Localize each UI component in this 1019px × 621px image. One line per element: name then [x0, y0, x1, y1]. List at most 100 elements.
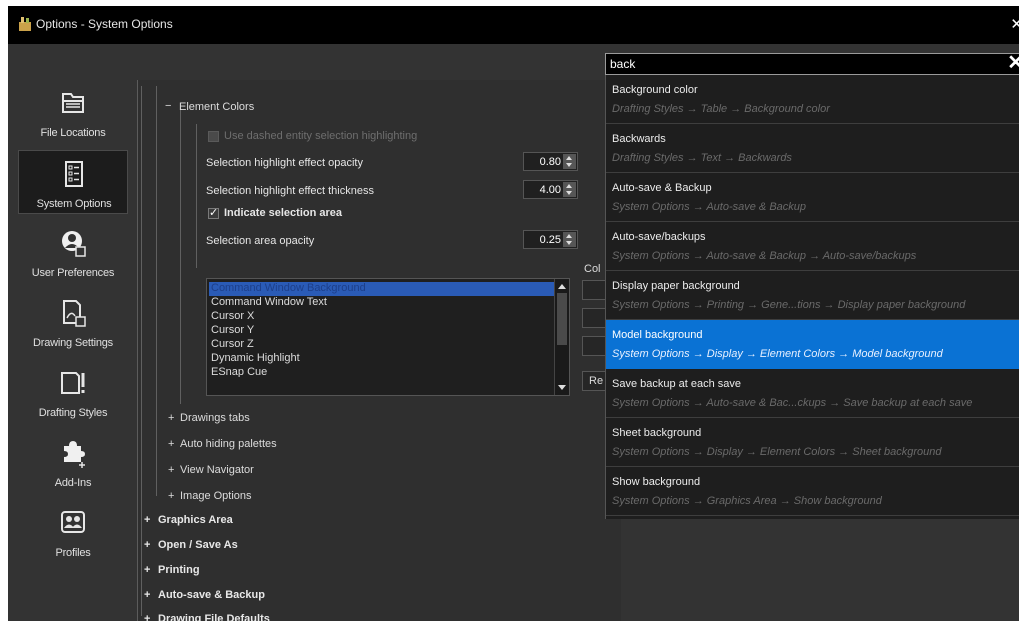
result-path: Drafting Styles → Text → Backwards — [612, 152, 792, 164]
result-path: System Options → Graphics Area → Show ba… — [612, 495, 882, 507]
subsection-image-options[interactable]: Image Options — [180, 490, 252, 502]
tree-guide-line — [141, 86, 142, 616]
sidebar-item-system-options[interactable]: System Options — [18, 150, 128, 214]
opacity-value: 0.80 — [539, 156, 561, 168]
section-printing[interactable]: Printing — [158, 564, 200, 576]
list-item[interactable]: Dynamic Highlight — [209, 352, 555, 366]
title-bar: Options - System Options ✕ — [8, 6, 1019, 44]
search-results-dropdown: Background color Drafting Styles → Table… — [605, 75, 1019, 519]
collapse-toggle[interactable]: − — [165, 100, 171, 112]
clear-search-icon[interactable]: ✕ — [1007, 50, 1019, 75]
search-result-item[interactable]: Save backup at each save System Options … — [606, 369, 1019, 418]
color-label: Col — [584, 263, 601, 275]
list-item[interactable]: ESnap Cue — [209, 366, 555, 377]
scroll-down-icon[interactable] — [558, 385, 566, 390]
sidebar-item-user-preferences[interactable]: User Preferences — [18, 220, 128, 284]
expand-icon[interactable]: + — [168, 490, 174, 502]
color-swatch-button[interactable] — [582, 308, 606, 328]
reset-button[interactable]: Re — [582, 371, 606, 391]
result-path: System Options → Printing → Gene...tions… — [612, 299, 966, 311]
sidebar-item-drawing-settings[interactable]: Drawing Settings — [18, 290, 128, 354]
result-path: System Options → Auto-save & Backup → Au… — [612, 250, 917, 262]
indicate-area-label: Indicate selection area — [224, 207, 342, 219]
list-item[interactable]: Cursor Y — [209, 324, 555, 338]
search-result-item[interactable]: Auto-save & Backup System Options → Auto… — [606, 173, 1019, 222]
sidebar-item-profiles[interactable]: Profiles — [18, 500, 128, 564]
section-element-colors[interactable]: Element Colors — [179, 101, 254, 113]
opacity-stepper[interactable]: 0.80 — [523, 152, 578, 171]
user-icon — [62, 231, 86, 257]
expand-icon[interactable]: + — [144, 564, 150, 576]
sidebar-item-label: System Options — [36, 198, 112, 210]
result-title: Sheet background — [612, 427, 702, 439]
subsection-drawings-tabs[interactable]: Drawings tabs — [180, 412, 250, 424]
expand-icon[interactable]: + — [168, 438, 174, 450]
options-window: Options - System Options ✕ File Location… — [8, 6, 1019, 621]
result-path: System Options → Auto-save & Backup — [612, 201, 807, 213]
thickness-stepper[interactable]: 4.00 — [523, 180, 578, 199]
dashed-highlight-label: Use dashed entity selection highlighting — [224, 130, 418, 142]
search-result-item[interactable]: Auto-save/backups System Options → Auto-… — [606, 222, 1019, 271]
section-graphics-area[interactable]: Graphics Area — [158, 514, 233, 526]
drawing-icon — [63, 300, 86, 327]
dashed-highlight-checkbox[interactable] — [208, 131, 219, 142]
styles-icon — [61, 372, 85, 394]
subsection-view-navigator[interactable]: View Navigator — [180, 464, 254, 476]
expand-icon[interactable]: + — [144, 514, 150, 526]
stepper-arrows-icon[interactable] — [563, 182, 576, 197]
list-item[interactable]: Command Window Text — [209, 296, 555, 310]
folder-icon — [62, 93, 84, 113]
list-item[interactable]: Command Window Background — [209, 282, 555, 296]
app-icon — [19, 17, 31, 31]
category-sidebar: File Locations System Options User Prefe… — [8, 80, 135, 570]
result-title: Auto-save & Backup — [612, 182, 712, 194]
expand-icon[interactable]: + — [144, 589, 150, 601]
sidebar-item-label: Drafting Styles — [38, 407, 108, 419]
scroll-up-icon[interactable] — [558, 284, 566, 289]
indicate-area-checkbox[interactable] — [208, 206, 219, 219]
search-result-item[interactable]: Backwards Drafting Styles → Text → Backw… — [606, 124, 1019, 173]
window-title: Options - System Options — [36, 17, 173, 31]
expand-icon[interactable]: + — [168, 464, 174, 476]
area-opacity-stepper[interactable]: 0.25 — [523, 230, 578, 249]
area-opacity-value: 0.25 — [539, 234, 561, 246]
result-path: Drafting Styles → Table → Background col… — [612, 103, 830, 115]
search-result-item[interactable]: Background color Drafting Styles → Table… — [606, 75, 1019, 124]
result-title: Background color — [612, 84, 698, 96]
profiles-icon — [61, 511, 85, 533]
section-open-save-as[interactable]: Open / Save As — [158, 539, 238, 551]
list-item[interactable]: Cursor Z — [209, 338, 555, 352]
list-scrollbar[interactable] — [554, 279, 569, 395]
search-result-item[interactable]: Show background System Options → Graphic… — [606, 467, 1019, 516]
result-title: Save backup at each save — [612, 378, 742, 390]
section-auto-save-backup[interactable]: Auto-save & Backup — [158, 589, 265, 601]
color-swatch-button[interactable] — [582, 336, 606, 356]
sidebar-item-add-ins[interactable]: Add-Ins — [18, 430, 128, 494]
search-box[interactable]: ✕ — [605, 50, 1019, 75]
search-result-item[interactable]: Sheet background System Options → Displa… — [606, 418, 1019, 467]
search-result-item-selected[interactable]: Model background System Options → Displa… — [606, 320, 1019, 369]
expand-icon[interactable]: + — [144, 539, 150, 551]
sidebar-item-drafting-styles[interactable]: Drafting Styles — [18, 360, 128, 424]
sidebar-item-file-locations[interactable]: File Locations — [18, 80, 128, 144]
stepper-arrows-icon[interactable] — [563, 232, 576, 247]
subsection-auto-hiding-palettes[interactable]: Auto hiding palettes — [180, 438, 277, 450]
search-input[interactable] — [610, 56, 990, 72]
reset-label: Re — [589, 375, 604, 387]
expand-icon[interactable]: + — [168, 412, 174, 424]
color-swatch-button[interactable] — [582, 280, 606, 300]
result-path: System Options → Auto-save & Bac...ckups… — [612, 397, 973, 409]
sidebar-item-label: User Preferences — [31, 267, 115, 279]
expand-icon[interactable]: + — [144, 613, 150, 621]
stepper-arrows-icon[interactable] — [563, 154, 576, 169]
result-title: Model background — [612, 329, 703, 341]
window-close-icon[interactable]: ✕ — [1010, 15, 1019, 33]
result-path: System Options → Display → Element Color… — [612, 348, 943, 360]
scroll-thumb[interactable] — [557, 293, 567, 345]
list-icon — [65, 161, 83, 187]
section-drawing-file-defaults[interactable]: Drawing File Defaults — [158, 613, 270, 621]
color-element-list[interactable]: Command Window Background Command Window… — [206, 278, 570, 396]
list-item[interactable]: Cursor X — [209, 310, 555, 324]
search-result-item[interactable]: Display paper background System Options … — [606, 271, 1019, 320]
result-title: Display paper background — [612, 280, 740, 292]
